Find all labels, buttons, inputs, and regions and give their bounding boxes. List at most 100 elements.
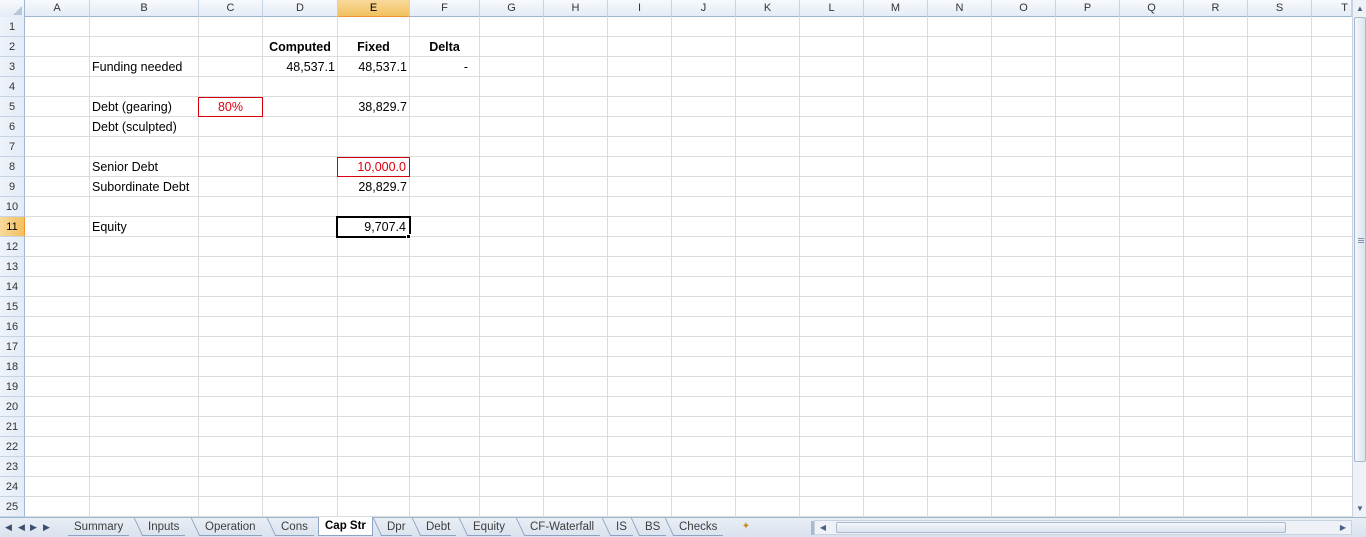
cell-c5[interactable]: 80%	[198, 97, 263, 117]
column-header-g[interactable]: G	[480, 0, 544, 17]
cell-grid[interactable]	[25, 17, 1352, 517]
sheet-tab-operation[interactable]: Operation	[199, 518, 262, 536]
row-header-21[interactable]: 21	[0, 417, 25, 437]
column-header-a[interactable]: A	[25, 0, 90, 17]
cell-d2[interactable]: Computed	[262, 37, 338, 57]
gridline	[799, 17, 800, 517]
row-header-7[interactable]: 7	[0, 137, 25, 157]
gridline	[262, 17, 263, 517]
column-header-k[interactable]: K	[736, 0, 800, 17]
sheet-tab-bs[interactable]: BS	[639, 518, 667, 536]
next-sheet-icon[interactable]: ▶	[28, 520, 39, 534]
row-header-22[interactable]: 22	[0, 437, 25, 457]
cell-b3[interactable]: Funding needed	[89, 57, 199, 77]
cell-e9[interactable]: 28,829.7	[337, 177, 410, 197]
sheet-tab-cap-str[interactable]: Cap Str	[318, 517, 373, 536]
sheet-tab-debt[interactable]: Debt	[420, 518, 457, 536]
row-header-3[interactable]: 3	[0, 57, 25, 77]
gridline	[1183, 17, 1184, 517]
gridline	[543, 17, 544, 517]
row-header-23[interactable]: 23	[0, 457, 25, 477]
horizontal-scroll-thumb[interactable]	[836, 522, 1286, 533]
row-header-18[interactable]: 18	[0, 357, 25, 377]
row-header-15[interactable]: 15	[0, 297, 25, 317]
cell-e2[interactable]: Fixed	[337, 37, 410, 57]
row-header-17[interactable]: 17	[0, 337, 25, 357]
column-header-f[interactable]: F	[410, 0, 480, 17]
cell-e3[interactable]: 48,537.1	[337, 57, 410, 77]
row-header-6[interactable]: 6	[0, 117, 25, 137]
row-header-24[interactable]: 24	[0, 477, 25, 497]
cell-e8[interactable]: 10,000.0	[337, 157, 410, 177]
row-header-10[interactable]: 10	[0, 197, 25, 217]
sheet-tab-equity[interactable]: Equity	[467, 518, 511, 536]
gridline	[198, 17, 199, 517]
row-header-5[interactable]: 5	[0, 97, 25, 117]
first-sheet-icon[interactable]: ◀​	[3, 520, 14, 534]
row-header-20[interactable]: 20	[0, 397, 25, 417]
cell-e5[interactable]: 38,829.7	[337, 97, 410, 117]
scroll-up-icon[interactable]: ▲	[1353, 2, 1366, 16]
column-header-l[interactable]: L	[800, 0, 864, 17]
select-all-button[interactable]	[0, 0, 25, 17]
row-header-11[interactable]: 11	[0, 217, 25, 237]
row-header-19[interactable]: 19	[0, 377, 25, 397]
row-header-4[interactable]: 4	[0, 77, 25, 97]
grip-line	[1358, 240, 1364, 241]
column-header-d[interactable]: D	[263, 0, 338, 17]
column-header-s[interactable]: S	[1248, 0, 1312, 17]
cell-d3[interactable]: 48,537.1	[262, 57, 338, 77]
sheet-tab-cons[interactable]: Cons	[275, 518, 314, 536]
gridline	[671, 17, 672, 517]
scroll-left-icon[interactable]: ◀	[817, 521, 829, 534]
column-header-o[interactable]: O	[992, 0, 1056, 17]
row-header-1[interactable]: 1	[0, 17, 25, 37]
cell-b6[interactable]: Debt (sculpted)	[89, 117, 199, 137]
cell-f3[interactable]: -	[409, 57, 471, 77]
scroll-down-icon[interactable]: ▼	[1353, 502, 1366, 516]
sheet-tab-checks[interactable]: Checks	[673, 518, 724, 536]
column-header-j[interactable]: J	[672, 0, 736, 17]
row-header-16[interactable]: 16	[0, 317, 25, 337]
row-header-14[interactable]: 14	[0, 277, 25, 297]
column-header-c[interactable]: C	[199, 0, 263, 17]
sheet-tab-inputs[interactable]: Inputs	[142, 518, 186, 536]
gridline	[479, 17, 480, 517]
cell-b5[interactable]: Debt (gearing)	[89, 97, 199, 117]
sheet-tab-cf-waterfall[interactable]: CF-Waterfall	[524, 518, 601, 536]
sheet-tab-dpr[interactable]: Dpr	[381, 518, 412, 536]
sheet-tab-is[interactable]: IS	[610, 518, 633, 536]
prev-sheet-icon[interactable]: ◀	[16, 520, 27, 534]
cell-b8[interactable]: Senior Debt	[89, 157, 199, 177]
row-header-2[interactable]: 2	[0, 37, 25, 57]
column-header-h[interactable]: H	[544, 0, 608, 17]
cell-b11[interactable]: Equity	[89, 217, 199, 237]
row-header-9[interactable]: 9	[0, 177, 25, 197]
row-header-25[interactable]: 25	[0, 497, 25, 517]
column-header-n[interactable]: N	[928, 0, 992, 17]
column-header-t[interactable]: T	[1312, 0, 1352, 17]
column-header-i[interactable]: I	[608, 0, 672, 17]
vertical-scrollbar[interactable]: ▲ ▼	[1352, 0, 1366, 517]
column-header-m[interactable]: M	[864, 0, 928, 17]
fill-handle[interactable]	[406, 234, 411, 239]
column-header-q[interactable]: Q	[1120, 0, 1184, 17]
last-sheet-icon[interactable]: ▶​	[41, 520, 52, 534]
column-header-b[interactable]: B	[90, 0, 199, 17]
horizontal-scrollbar[interactable]: ◀ ▶	[814, 520, 1352, 535]
row-header-13[interactable]: 13	[0, 257, 25, 277]
vertical-scroll-thumb[interactable]	[1354, 17, 1366, 462]
gridline	[735, 17, 736, 517]
scroll-right-icon[interactable]: ▶	[1337, 521, 1349, 534]
cell-f2[interactable]: Delta	[409, 37, 480, 57]
row-header-8[interactable]: 8	[0, 157, 25, 177]
column-header-r[interactable]: R	[1184, 0, 1248, 17]
active-cell-e11[interactable]: 9,707.4	[336, 216, 411, 238]
select-all-icon	[13, 6, 22, 15]
row-header-12[interactable]: 12	[0, 237, 25, 257]
column-header-p[interactable]: P	[1056, 0, 1120, 17]
insert-sheet-icon[interactable]: ✦	[735, 519, 757, 535]
cell-b9[interactable]: Subordinate Debt	[89, 177, 209, 197]
column-header-e[interactable]: E	[338, 0, 410, 17]
sheet-tab-summary[interactable]: Summary	[68, 518, 130, 536]
